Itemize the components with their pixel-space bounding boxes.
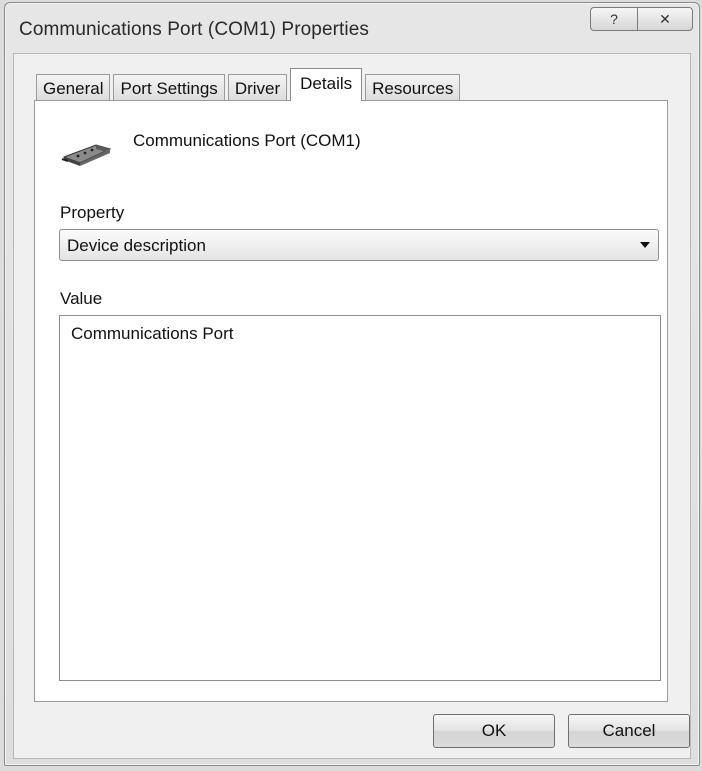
tab-details[interactable]: Details: [290, 68, 363, 101]
close-button[interactable]: ✕: [637, 7, 693, 31]
serial-port-connector-icon: [61, 144, 112, 166]
help-icon: ?: [610, 11, 618, 27]
device-name: Communications Port (COM1): [133, 131, 361, 150]
value-list[interactable]: Communications Port: [59, 315, 661, 681]
tab-resources[interactable]: Resources: [365, 74, 461, 101]
tab-general[interactable]: General: [36, 74, 111, 101]
property-dropdown[interactable]: Device description: [59, 229, 659, 261]
title-bar[interactable]: Communications Port (COM1) Properties ? …: [5, 3, 699, 53]
list-item[interactable]: Communications Port: [71, 324, 234, 344]
window-title: Communications Port (COM1) Properties: [19, 19, 370, 40]
help-button[interactable]: ?: [590, 7, 637, 31]
cancel-button[interactable]: Cancel: [568, 714, 690, 748]
chevron-down-icon: [640, 242, 650, 248]
tab-strip: General Port Settings Driver Details Res…: [36, 68, 463, 101]
ok-button[interactable]: OK: [433, 714, 555, 748]
details-panel: Communications Port (COM1) Property Devi…: [34, 100, 668, 702]
tab-port-settings[interactable]: Port Settings: [113, 74, 225, 101]
dialog-client-area: General Port Settings Driver Details Res…: [13, 53, 691, 759]
property-selected-value: Device description: [67, 236, 206, 255]
tab-driver[interactable]: Driver: [227, 74, 288, 101]
value-label: Value: [60, 289, 103, 308]
properties-dialog: Communications Port (COM1) Properties ? …: [4, 2, 700, 766]
close-icon: ✕: [659, 10, 671, 27]
property-label: Property: [60, 203, 125, 222]
title-buttons: ? ✕: [590, 7, 693, 31]
